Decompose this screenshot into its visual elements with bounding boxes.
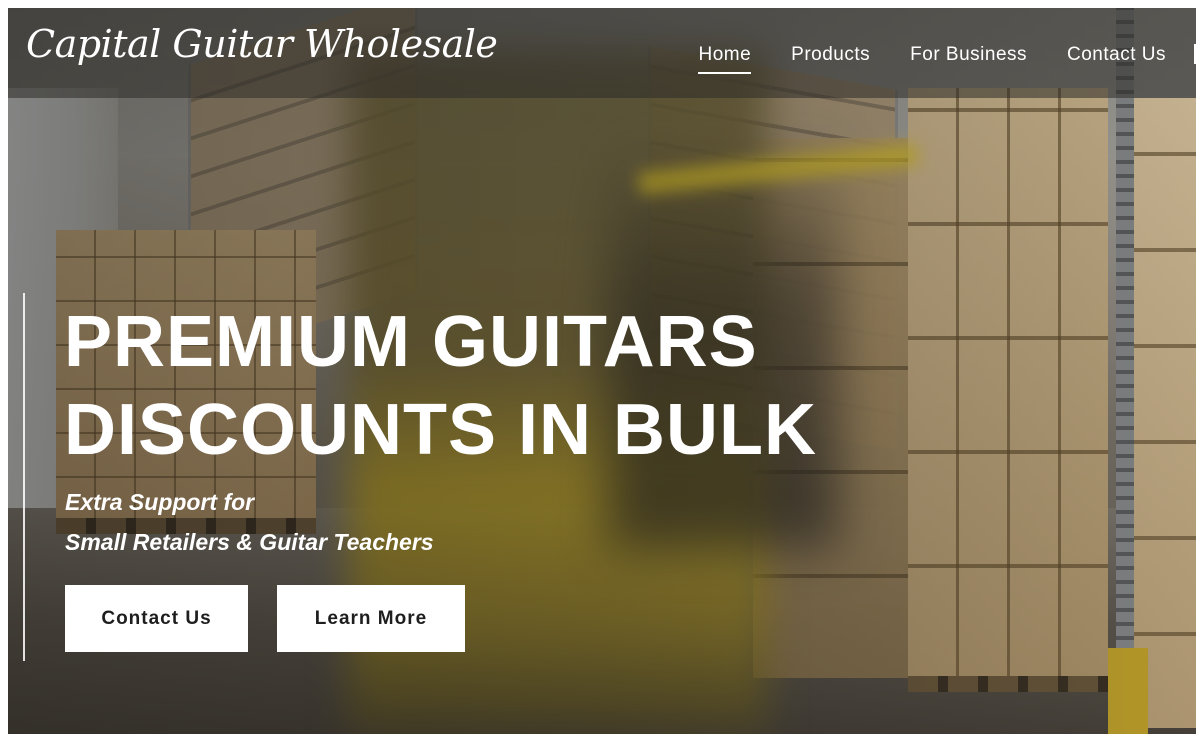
hero-subtitle-line1: Extra Support for <box>65 489 255 515</box>
hero-headline-line1: PREMIUM GUITARS <box>64 302 758 382</box>
nav-item-contact-us[interactable]: Contact Us <box>1067 44 1166 74</box>
hero-subtitle-line2: Small Retailers & Guitar Teachers <box>65 529 434 555</box>
nav-item-for-business[interactable]: For Business <box>910 44 1027 74</box>
hero-headline: PREMIUM GUITARS DISCOUNTS IN BULK <box>64 298 817 474</box>
learn-more-button[interactable]: Learn More <box>277 585 465 652</box>
page-frame: Capital Guitar Wholesale Home Products F… <box>8 8 1196 734</box>
nav-item-products[interactable]: Products <box>791 44 870 74</box>
hero-subtitle: Extra Support for Small Retailers & Guit… <box>65 482 434 562</box>
main-nav: Home Products For Business Contact Us <box>658 44 1196 74</box>
hero-accent-line <box>23 293 25 661</box>
site-header: Capital Guitar Wholesale Home Products F… <box>8 8 1196 98</box>
contact-us-button[interactable]: Contact Us <box>65 585 248 652</box>
site-logo[interactable]: Capital Guitar Wholesale <box>26 22 498 66</box>
nav-item-home[interactable]: Home <box>698 44 751 74</box>
hero-headline-line2: DISCOUNTS IN BULK <box>64 390 817 470</box>
